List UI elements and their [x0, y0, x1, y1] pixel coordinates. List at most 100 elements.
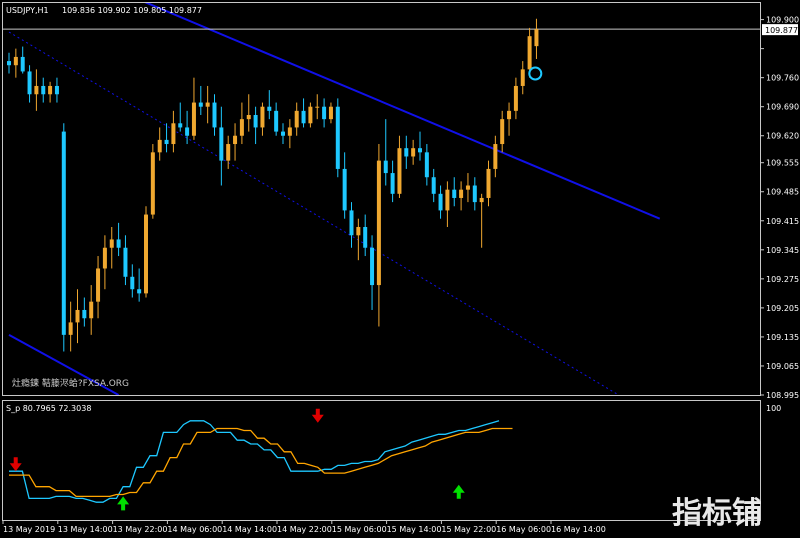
candle-body [116, 239, 121, 248]
candle-body [226, 144, 231, 161]
y-tick-label: 109.555 [766, 159, 799, 168]
y-tick-label: 109.205 [766, 304, 799, 313]
candle-body [27, 71, 32, 95]
candle-body [48, 85, 53, 95]
candle-body [89, 301, 94, 319]
candle-body [513, 85, 518, 111]
candle-body [294, 110, 299, 128]
candle-body [198, 102, 203, 107]
candle-body [424, 152, 429, 178]
candle-body [301, 110, 306, 124]
candle-body [109, 239, 114, 248]
x-tick-label: 15 May 22:00 [441, 525, 496, 534]
candle-body [452, 189, 457, 198]
x-tick-label: 13 May 22:00 [113, 525, 168, 534]
x-tick-label: 13 May 2019 [3, 525, 55, 534]
x-tick-label: 16 May 14:00 [551, 525, 606, 534]
candle-body [397, 148, 402, 194]
candle-body [356, 227, 361, 236]
candle-body [527, 36, 532, 70]
candle-body [130, 276, 135, 290]
candle-body [431, 177, 436, 194]
candle-body [144, 214, 148, 294]
candle-body [507, 110, 512, 120]
candle-body [479, 197, 484, 203]
candle-body [219, 127, 224, 161]
y-tick-label: 108.995 [766, 391, 799, 400]
candle-body [472, 185, 477, 203]
candle-body [212, 102, 217, 128]
candle-body [233, 135, 238, 145]
candle-body [239, 119, 244, 136]
candle-body [267, 106, 272, 111]
indicator-scale-top: 100 [766, 404, 781, 413]
candle-body [123, 247, 128, 277]
indicator-label: S_p 80.7965 72.3038 [6, 404, 91, 413]
site-logo: 指标铺 [672, 496, 762, 531]
x-tick-label: 14 May 22:00 [277, 525, 332, 534]
candle-body [411, 148, 416, 157]
candle-body [82, 309, 87, 319]
candle-body [349, 210, 354, 236]
candle-body [281, 131, 285, 136]
candle-body [41, 85, 46, 95]
candle-body [486, 168, 491, 198]
candle-body [205, 102, 210, 107]
candle-body [315, 106, 320, 108]
candle-body [191, 102, 196, 136]
candle-body [287, 127, 292, 136]
candle-body [274, 110, 279, 132]
y-tick-label: 109.065 [766, 362, 799, 371]
candle-body [253, 115, 258, 128]
x-tick-label: 13 May 14:00 [58, 525, 113, 534]
candle-body [61, 131, 66, 335]
candle-body [164, 139, 169, 145]
candle-body [322, 106, 327, 120]
candle-body [418, 148, 422, 153]
candle-body [7, 61, 11, 66]
candle-body [246, 115, 251, 120]
y-tick-label: 109.275 [766, 275, 799, 284]
candle-body [500, 119, 505, 145]
candle-body [54, 85, 59, 95]
y-tick-label: 109.415 [766, 217, 799, 226]
candle-body [370, 247, 375, 286]
candle-body [157, 139, 162, 153]
candle-body [185, 127, 190, 136]
current-price-label: 109.877 [765, 26, 798, 35]
y-tick-label: 109.620 [766, 132, 799, 141]
candle-body [459, 189, 464, 198]
candle-body [75, 309, 80, 323]
candle-body [390, 173, 395, 194]
candle-body [68, 322, 73, 335]
candle-body [150, 152, 155, 215]
ohlc-readout: 109.836 109.902 109.805 109.877 [62, 6, 202, 15]
candle-body [308, 106, 313, 124]
y-tick-label: 109.900 [766, 16, 799, 25]
x-tick-label: 14 May 06:00 [167, 525, 222, 534]
candle-body [534, 29, 539, 47]
candle-body [335, 106, 340, 169]
candle-body [520, 69, 525, 86]
candle-body [137, 289, 142, 294]
candle-body [404, 148, 409, 157]
y-tick-label: 109.690 [766, 103, 799, 112]
candle-body [465, 185, 470, 190]
candle-body [342, 168, 347, 211]
candle-body [445, 189, 450, 211]
y-tick-label: 109.760 [766, 74, 799, 83]
candle-body [383, 160, 388, 174]
y-tick-label: 109.135 [766, 333, 799, 342]
candle-body [102, 247, 107, 269]
candle-body [13, 56, 18, 66]
y-tick-label: 109.345 [766, 246, 799, 255]
x-tick-label: 14 May 14:00 [222, 525, 277, 534]
chart-canvas: 109.900 109.760 109.690 109.620 109.555 109.4… [0, 0, 800, 538]
y-tick-label: 109.485 [766, 188, 799, 197]
x-tick-label: 15 May 14:00 [387, 525, 442, 534]
candle-body [493, 144, 498, 169]
x-tick-label: 15 May 06:00 [332, 525, 387, 534]
candle-body [171, 123, 176, 145]
candle-body [178, 123, 183, 128]
candle-body [376, 160, 381, 286]
